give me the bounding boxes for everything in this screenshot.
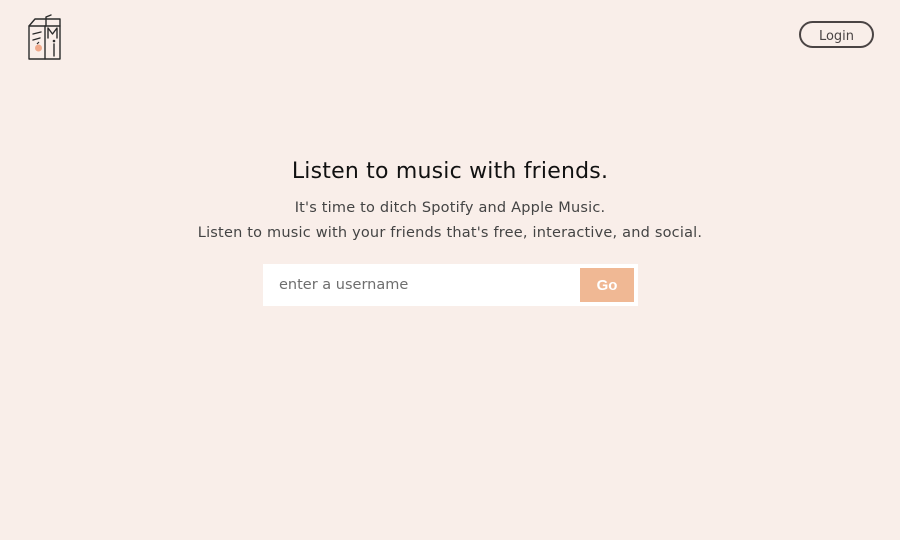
juice-box-music-logo-icon[interactable] [27, 14, 63, 62]
go-button[interactable]: Go [580, 268, 634, 302]
subtitle-line-1: It's time to ditch Spotify and Apple Mus… [294, 200, 606, 216]
hero-section: Listen to music with friends. It's time … [0, 156, 900, 246]
subtitle-line-2: Listen to music with your friends that's… [197, 225, 703, 241]
hero-subtitle: It's time to ditch Spotify and Apple Mus… [0, 196, 900, 246]
login-button[interactable]: Login [799, 21, 874, 48]
page-title: Listen to music with friends. [291, 159, 609, 184]
username-search-form: Go [263, 264, 638, 306]
username-input[interactable] [263, 264, 575, 306]
landing-page: Login Listen to music with friends. It's… [0, 0, 900, 540]
logo-graphic [28, 14, 61, 60]
